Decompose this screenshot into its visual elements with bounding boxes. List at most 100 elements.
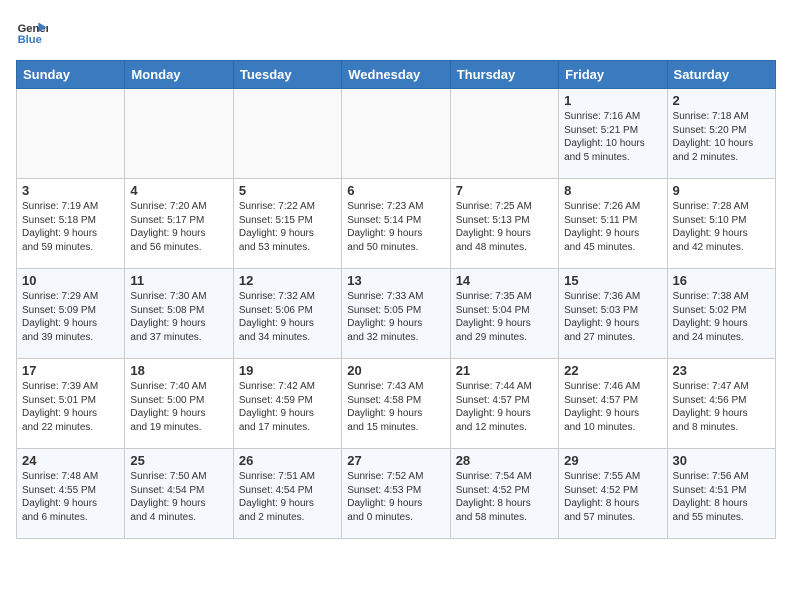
day-info: Sunrise: 7:19 AM Sunset: 5:18 PM Dayligh… [22, 200, 119, 254]
day-cell: 10 Sunrise: 7:29 AM Sunset: 5:09 PM Dayli… [17, 269, 125, 359]
day-number: 12 [239, 273, 336, 288]
day-number: 20 [347, 363, 444, 378]
day-number: 21 [456, 363, 553, 378]
day-number: 4 [130, 183, 227, 198]
day-cell: 22 Sunrise: 7:46 AM Sunset: 4:57 PM Dayli… [559, 359, 667, 449]
week-row-4: 17 Sunrise: 7:39 AM Sunset: 5:01 PM Dayli… [17, 359, 776, 449]
day-cell: 2 Sunrise: 7:18 AM Sunset: 5:20 PM Daylig… [667, 89, 775, 179]
day-info: Sunrise: 7:54 AM Sunset: 4:52 PM Dayligh… [456, 470, 553, 524]
day-cell: 16 Sunrise: 7:38 AM Sunset: 5:02 PM Dayli… [667, 269, 775, 359]
day-cell: 30Sunrise: 7:56 AM Sunset: 4:51 PM Dayli… [667, 449, 775, 539]
day-info: Sunrise: 7:36 AM Sunset: 5:03 PM Dayligh… [564, 290, 661, 344]
logo: General Blue [16, 16, 52, 48]
day-cell [125, 89, 233, 179]
day-cell: 23 Sunrise: 7:47 AM Sunset: 4:56 PM Dayli… [667, 359, 775, 449]
day-number: 25 [130, 453, 227, 468]
calendar-table: SundayMondayTuesdayWednesdayThursdayFrid… [16, 60, 776, 539]
day-info: Sunrise: 7:46 AM Sunset: 4:57 PM Dayligh… [564, 380, 661, 434]
day-number: 29 [564, 453, 661, 468]
header: General Blue [16, 16, 776, 48]
day-info: Sunrise: 7:52 AM Sunset: 4:53 PM Dayligh… [347, 470, 444, 524]
day-number: 16 [673, 273, 770, 288]
day-cell: 24Sunrise: 7:48 AM Sunset: 4:55 PM Dayli… [17, 449, 125, 539]
day-info: Sunrise: 7:28 AM Sunset: 5:10 PM Dayligh… [673, 200, 770, 254]
day-cell: 8Sunrise: 7:26 AM Sunset: 5:11 PM Daylig… [559, 179, 667, 269]
day-info: Sunrise: 7:51 AM Sunset: 4:54 PM Dayligh… [239, 470, 336, 524]
day-number: 27 [347, 453, 444, 468]
day-cell: 18 Sunrise: 7:40 AM Sunset: 5:00 PM Dayli… [125, 359, 233, 449]
day-cell: 27 Sunrise: 7:52 AM Sunset: 4:53 PM Dayli… [342, 449, 450, 539]
day-cell: 1Sunrise: 7:16 AM Sunset: 5:21 PM Daylig… [559, 89, 667, 179]
day-cell [17, 89, 125, 179]
day-cell: 7 Sunrise: 7:25 AM Sunset: 5:13 PM Daylig… [450, 179, 558, 269]
day-cell [450, 89, 558, 179]
day-info: Sunrise: 7:43 AM Sunset: 4:58 PM Dayligh… [347, 380, 444, 434]
day-info: Sunrise: 7:42 AM Sunset: 4:59 PM Dayligh… [239, 380, 336, 434]
day-cell: 25 Sunrise: 7:50 AM Sunset: 4:54 PM Dayli… [125, 449, 233, 539]
week-row-2: 3Sunrise: 7:19 AM Sunset: 5:18 PM Daylig… [17, 179, 776, 269]
day-info: Sunrise: 7:25 AM Sunset: 5:13 PM Dayligh… [456, 200, 553, 254]
day-info: Sunrise: 7:29 AM Sunset: 5:09 PM Dayligh… [22, 290, 119, 344]
day-number: 24 [22, 453, 119, 468]
day-number: 2 [673, 93, 770, 108]
day-info: Sunrise: 7:26 AM Sunset: 5:11 PM Dayligh… [564, 200, 661, 254]
svg-text:General: General [18, 23, 48, 35]
day-number: 11 [130, 273, 227, 288]
day-number: 7 [456, 183, 553, 198]
day-info: Sunrise: 7:30 AM Sunset: 5:08 PM Dayligh… [130, 290, 227, 344]
day-info: Sunrise: 7:18 AM Sunset: 5:20 PM Dayligh… [673, 110, 770, 164]
day-number: 14 [456, 273, 553, 288]
day-cell: 20 Sunrise: 7:43 AM Sunset: 4:58 PM Dayli… [342, 359, 450, 449]
header-cell-friday: Friday [559, 61, 667, 89]
day-cell [233, 89, 341, 179]
day-info: Sunrise: 7:50 AM Sunset: 4:54 PM Dayligh… [130, 470, 227, 524]
day-cell: 6Sunrise: 7:23 AM Sunset: 5:14 PM Daylig… [342, 179, 450, 269]
day-number: 9 [673, 183, 770, 198]
day-cell: 26 Sunrise: 7:51 AM Sunset: 4:54 PM Dayli… [233, 449, 341, 539]
day-info: Sunrise: 7:39 AM Sunset: 5:01 PM Dayligh… [22, 380, 119, 434]
day-cell: 14 Sunrise: 7:35 AM Sunset: 5:04 PM Dayli… [450, 269, 558, 359]
day-number: 17 [22, 363, 119, 378]
day-info: Sunrise: 7:22 AM Sunset: 5:15 PM Dayligh… [239, 200, 336, 254]
day-info: Sunrise: 7:47 AM Sunset: 4:56 PM Dayligh… [673, 380, 770, 434]
day-cell [342, 89, 450, 179]
day-info: Sunrise: 7:32 AM Sunset: 5:06 PM Dayligh… [239, 290, 336, 344]
header-cell-wednesday: Wednesday [342, 61, 450, 89]
day-number: 23 [673, 363, 770, 378]
day-cell: 29 Sunrise: 7:55 AM Sunset: 4:52 PM Dayli… [559, 449, 667, 539]
day-number: 19 [239, 363, 336, 378]
day-info: Sunrise: 7:16 AM Sunset: 5:21 PM Dayligh… [564, 110, 661, 164]
day-number: 13 [347, 273, 444, 288]
week-row-3: 10 Sunrise: 7:29 AM Sunset: 5:09 PM Dayli… [17, 269, 776, 359]
day-cell: 15Sunrise: 7:36 AM Sunset: 5:03 PM Dayli… [559, 269, 667, 359]
day-cell: 12 Sunrise: 7:32 AM Sunset: 5:06 PM Dayli… [233, 269, 341, 359]
day-info: Sunrise: 7:23 AM Sunset: 5:14 PM Dayligh… [347, 200, 444, 254]
logo-icon: General Blue [16, 16, 48, 48]
day-info: Sunrise: 7:44 AM Sunset: 4:57 PM Dayligh… [456, 380, 553, 434]
day-cell: 9 Sunrise: 7:28 AM Sunset: 5:10 PM Daylig… [667, 179, 775, 269]
day-number: 5 [239, 183, 336, 198]
day-info: Sunrise: 7:40 AM Sunset: 5:00 PM Dayligh… [130, 380, 227, 434]
day-number: 18 [130, 363, 227, 378]
day-cell: 28 Sunrise: 7:54 AM Sunset: 4:52 PM Dayli… [450, 449, 558, 539]
header-cell-monday: Monday [125, 61, 233, 89]
header-cell-tuesday: Tuesday [233, 61, 341, 89]
day-cell: 19 Sunrise: 7:42 AM Sunset: 4:59 PM Dayli… [233, 359, 341, 449]
header-cell-saturday: Saturday [667, 61, 775, 89]
day-info: Sunrise: 7:35 AM Sunset: 5:04 PM Dayligh… [456, 290, 553, 344]
day-cell: 21 Sunrise: 7:44 AM Sunset: 4:57 PM Dayli… [450, 359, 558, 449]
day-info: Sunrise: 7:38 AM Sunset: 5:02 PM Dayligh… [673, 290, 770, 344]
day-cell: 17 Sunrise: 7:39 AM Sunset: 5:01 PM Dayli… [17, 359, 125, 449]
day-info: Sunrise: 7:55 AM Sunset: 4:52 PM Dayligh… [564, 470, 661, 524]
day-cell: 13 Sunrise: 7:33 AM Sunset: 5:05 PM Dayli… [342, 269, 450, 359]
day-info: Sunrise: 7:33 AM Sunset: 5:05 PM Dayligh… [347, 290, 444, 344]
day-number: 26 [239, 453, 336, 468]
day-cell: 4Sunrise: 7:20 AM Sunset: 5:17 PM Daylig… [125, 179, 233, 269]
day-number: 10 [22, 273, 119, 288]
week-row-5: 24Sunrise: 7:48 AM Sunset: 4:55 PM Dayli… [17, 449, 776, 539]
day-number: 28 [456, 453, 553, 468]
day-info: Sunrise: 7:56 AM Sunset: 4:51 PM Dayligh… [673, 470, 770, 524]
header-cell-sunday: Sunday [17, 61, 125, 89]
header-row: SundayMondayTuesdayWednesdayThursdayFrid… [17, 61, 776, 89]
day-number: 22 [564, 363, 661, 378]
